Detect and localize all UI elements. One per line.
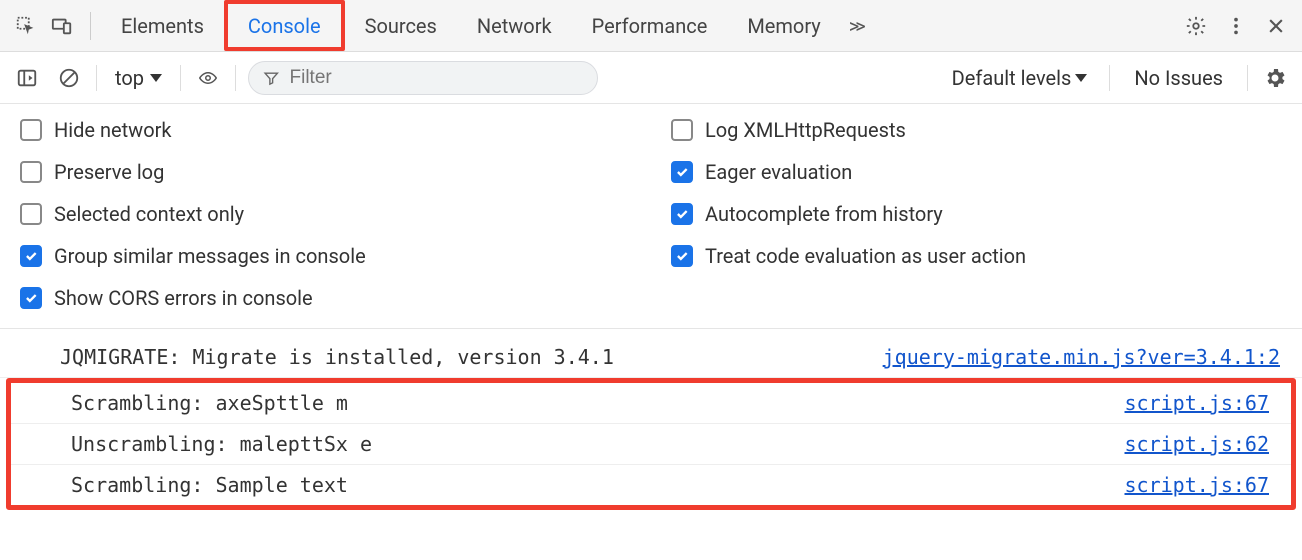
console-toolbar: top Default levels No Issues <box>0 52 1302 104</box>
tab-console[interactable]: Console <box>224 0 345 51</box>
tab-label: Memory <box>747 14 820 38</box>
option-group-similar[interactable]: Group similar messages in console <box>20 244 631 268</box>
option-show-cors[interactable]: Show CORS errors in console <box>20 286 631 310</box>
divider <box>235 65 236 91</box>
sidebar-toggle-icon[interactable] <box>12 63 42 93</box>
checkbox[interactable] <box>20 287 42 309</box>
issues-count[interactable]: No Issues <box>1122 66 1235 90</box>
divider <box>180 65 181 91</box>
divider <box>1247 65 1248 91</box>
tab-label: Console <box>248 14 321 38</box>
divider <box>1109 65 1110 91</box>
divider <box>96 65 97 91</box>
option-hide-network[interactable]: Hide network <box>20 118 631 142</box>
inspect-element-icon[interactable] <box>8 8 44 44</box>
checkbox[interactable] <box>671 119 693 141</box>
tab-network[interactable]: Network <box>457 0 572 51</box>
log-source-link[interactable]: script.js:62 <box>1125 432 1270 456</box>
checkbox[interactable] <box>20 119 42 141</box>
settings-gear-icon[interactable] <box>1178 8 1214 44</box>
console-log: JQMIGRATE: Migrate is installed, version… <box>0 329 1302 510</box>
option-eager-eval[interactable]: Eager evaluation <box>671 160 1282 184</box>
kebab-menu-icon[interactable] <box>1218 8 1254 44</box>
option-label: Show CORS errors in console <box>54 286 313 310</box>
log-row: Unscrambling: malepttSx e script.js:62 <box>11 424 1291 465</box>
checkbox[interactable] <box>20 245 42 267</box>
divider <box>90 12 91 40</box>
log-message: Scrambling: Sample text <box>71 473 1125 497</box>
checkbox[interactable] <box>671 203 693 225</box>
filter-box[interactable] <box>248 61 598 95</box>
console-settings-gear-icon[interactable] <box>1260 63 1290 93</box>
option-autocomplete[interactable]: Autocomplete from history <box>671 202 1282 226</box>
more-tabs-icon[interactable]: >> <box>841 14 870 38</box>
devtools-tabbar: Elements Console Sources Network Perform… <box>0 0 1302 52</box>
chevron-down-icon <box>150 74 162 82</box>
log-row: JQMIGRATE: Migrate is installed, version… <box>0 337 1302 378</box>
device-toolbar-icon[interactable] <box>44 8 80 44</box>
option-selected-context[interactable]: Selected context only <box>20 202 631 226</box>
log-row: Scrambling: Sample text script.js:67 <box>11 465 1291 505</box>
context-label: top <box>115 66 144 90</box>
checkbox[interactable] <box>671 245 693 267</box>
checkbox[interactable] <box>20 161 42 183</box>
chevron-down-icon <box>1075 74 1087 82</box>
log-source-link[interactable]: script.js:67 <box>1125 473 1270 497</box>
tab-performance[interactable]: Performance <box>572 0 728 51</box>
checkbox[interactable] <box>20 203 42 225</box>
option-treat-code[interactable]: Treat code evaluation as user action <box>671 244 1282 268</box>
tab-label: Network <box>477 14 552 38</box>
close-icon[interactable] <box>1258 8 1294 44</box>
log-levels-selector[interactable]: Default levels <box>942 66 1098 90</box>
tab-elements[interactable]: Elements <box>101 0 224 51</box>
log-source-link[interactable]: jquery-migrate.min.js?ver=3.4.1:2 <box>883 345 1280 369</box>
option-label: Preserve log <box>54 160 164 184</box>
tab-label: Elements <box>121 14 204 38</box>
tab-label: Performance <box>592 14 708 38</box>
highlighted-log-region: Scrambling: axeSpttle m script.js:67 Uns… <box>6 378 1296 510</box>
checkbox[interactable] <box>671 161 693 183</box>
tab-label: Sources <box>365 14 437 38</box>
option-preserve-log[interactable]: Preserve log <box>20 160 631 184</box>
tab-strip: Elements Console Sources Network Perform… <box>101 0 870 51</box>
option-log-xhr[interactable]: Log XMLHttpRequests <box>671 118 1282 142</box>
levels-label: Default levels <box>952 66 1072 90</box>
filter-input[interactable] <box>290 67 583 89</box>
option-label: Log XMLHttpRequests <box>705 118 906 142</box>
tab-sources[interactable]: Sources <box>345 0 457 51</box>
filter-icon <box>263 69 280 87</box>
option-label: Eager evaluation <box>705 160 852 184</box>
console-settings-panel: Hide network Log XMLHttpRequests Preserv… <box>0 104 1302 329</box>
context-selector[interactable]: top <box>109 66 168 90</box>
log-row: Scrambling: axeSpttle m script.js:67 <box>11 383 1291 424</box>
log-message: Unscrambling: malepttSx e <box>71 432 1125 456</box>
log-message: Scrambling: axeSpttle m <box>71 391 1125 415</box>
option-label: Autocomplete from history <box>705 202 943 226</box>
issues-label: No Issues <box>1134 66 1223 90</box>
option-label: Selected context only <box>54 202 244 226</box>
clear-console-icon[interactable] <box>54 63 84 93</box>
log-source-link[interactable]: script.js:67 <box>1125 391 1270 415</box>
option-label: Hide network <box>54 118 172 142</box>
option-label: Treat code evaluation as user action <box>705 244 1026 268</box>
tab-memory[interactable]: Memory <box>727 0 840 51</box>
live-expression-icon[interactable] <box>193 63 223 93</box>
log-message: JQMIGRATE: Migrate is installed, version… <box>60 345 883 369</box>
option-label: Group similar messages in console <box>54 244 366 268</box>
